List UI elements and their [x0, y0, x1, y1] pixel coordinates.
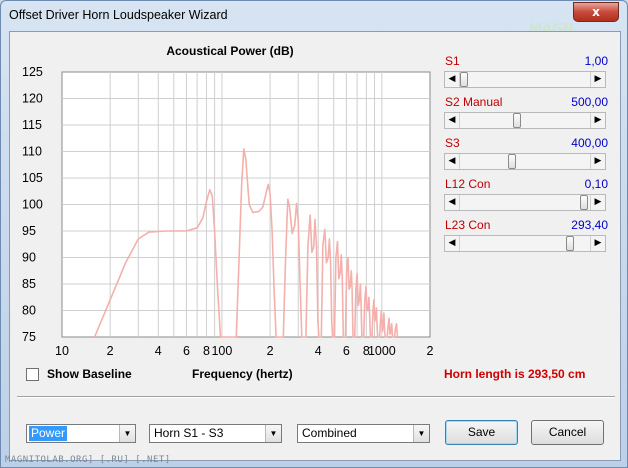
slider-label: L23 Con [445, 218, 491, 232]
x-axis-label: Frequency (hertz) [192, 367, 293, 381]
x-tick-label: 1000 [368, 344, 396, 358]
window-title: Offset Driver Horn Loudspeaker Wizard [9, 8, 228, 22]
cancel-button-label: Cancel [548, 425, 587, 439]
y-tick-label: 100 [22, 198, 43, 212]
y-tick-label: 110 [22, 145, 42, 159]
arrow-left-icon[interactable]: ◀ [445, 72, 460, 87]
y-tick-label: 95 [22, 224, 36, 238]
x-tick-label: 2 [267, 344, 274, 358]
slider-value: 400,00 [571, 136, 608, 150]
x-tick-label: 6 [183, 344, 190, 358]
footer-watermark-text: MAGNITOLAB.ORG] [.RU] [.NET] [5, 455, 171, 465]
arrow-right-icon[interactable]: ▶ [590, 236, 605, 251]
y-tick-label: 80 [22, 304, 36, 318]
chevron-down-icon[interactable]: ▼ [119, 425, 135, 442]
slider-row: S2 Manual 500,00 ◀ ▶ [444, 95, 610, 136]
cancel-button[interactable]: Cancel [531, 420, 604, 445]
acoustical-power-chart: 125120115110105100959085807510 2 4 6 8 100 2 4 6… [22, 65, 434, 358]
display-mode-value: Power [29, 426, 68, 441]
arrow-left-icon[interactable]: ◀ [445, 113, 460, 128]
horn-length-readout: Horn length is 293,50 cm [444, 367, 586, 381]
x-tick-label: 6 [343, 344, 350, 358]
slider-row: S3 400,00 ◀ ▶ [444, 136, 610, 177]
y-tick-label: 115 [22, 118, 42, 132]
slider-thumb[interactable] [460, 72, 468, 87]
x-tick-label: 4 [315, 344, 322, 358]
y-tick-label: 120 [22, 92, 43, 106]
slider-label: S3 [445, 136, 460, 150]
y-tick-label: 85 [22, 277, 36, 291]
x-tick-label: 8 [203, 344, 210, 358]
parameter-slider[interactable]: ◀ ▶ [444, 235, 606, 252]
close-icon: x [592, 5, 600, 19]
chevron-down-icon[interactable]: ▼ [265, 425, 281, 442]
x-tick-label: 4 [155, 344, 162, 358]
x-tick-label: 2 [107, 344, 114, 358]
parameter-panel: S1 1,00 ◀ ▶ S2 Manual 500,00 ◀ ▶ S3 400,00 ◀ ▶ L12 C… [444, 54, 610, 259]
slider-thumb[interactable] [580, 195, 588, 210]
slider-value: 0,10 [584, 177, 608, 191]
y-tick-label: 125 [22, 65, 43, 79]
save-button-label: Save [467, 425, 496, 439]
arrow-right-icon[interactable]: ▶ [590, 154, 605, 169]
slider-value: 500,00 [571, 95, 608, 109]
slider-thumb[interactable] [513, 113, 521, 128]
arrow-left-icon[interactable]: ◀ [445, 236, 460, 251]
arrow-right-icon[interactable]: ▶ [590, 72, 605, 87]
y-tick-label: 105 [22, 171, 43, 185]
title-bar[interactable]: Offset Driver Horn Loudspeaker Wizard MA… [1, 1, 627, 47]
slider-row: S1 1,00 ◀ ▶ [444, 54, 610, 95]
parameter-slider[interactable]: ◀ ▶ [444, 71, 606, 88]
x-tick-label: 100 [211, 344, 232, 358]
wizard-client-area: Acoustical Power (dB) 125 120 115 110 105 100… [9, 31, 621, 461]
slider-thumb[interactable] [508, 154, 516, 169]
display-mode-select[interactable]: Power ▼ [26, 424, 136, 443]
slider-row: L23 Con 293,40 ◀ ▶ [444, 218, 610, 259]
slider-row: L12 Con 0,10 ◀ ▶ [444, 177, 610, 218]
slider-value: 1,00 [584, 54, 608, 68]
y-tick-label: 90 [22, 251, 36, 265]
slider-label: S1 [445, 54, 460, 68]
x-tick-label: 2 [427, 344, 434, 358]
save-button[interactable]: Save [445, 420, 518, 445]
y-tick-label: 75 [22, 330, 36, 344]
parameter-slider[interactable]: ◀ ▶ [444, 153, 606, 170]
close-button[interactable]: x [573, 2, 619, 22]
slider-value: 293,40 [571, 218, 608, 232]
combination-value: Combined [302, 426, 357, 440]
parameter-slider[interactable]: ◀ ▶ [444, 194, 606, 211]
arrow-left-icon[interactable]: ◀ [445, 154, 460, 169]
show-baseline-label: Show Baseline [47, 367, 132, 381]
horn-section-value: Horn S1 - S3 [154, 426, 224, 440]
arrow-right-icon[interactable]: ▶ [590, 195, 605, 210]
slider-label: S2 Manual [445, 95, 503, 109]
show-baseline-checkbox[interactable] [26, 368, 39, 381]
slider-thumb[interactable] [566, 236, 574, 251]
x-tick-label: 10 [55, 344, 69, 358]
arrow-left-icon[interactable]: ◀ [445, 195, 460, 210]
app-window: Offset Driver Horn Loudspeaker Wizard MA… [0, 0, 628, 468]
separator [17, 396, 615, 398]
chevron-down-icon[interactable]: ▼ [413, 425, 429, 442]
slider-label: L12 Con [445, 177, 491, 191]
horn-section-select[interactable]: Horn S1 - S3 ▼ [149, 424, 282, 443]
combination-select[interactable]: Combined ▼ [297, 424, 430, 443]
arrow-right-icon[interactable]: ▶ [590, 113, 605, 128]
parameter-slider[interactable]: ◀ ▶ [444, 112, 606, 129]
